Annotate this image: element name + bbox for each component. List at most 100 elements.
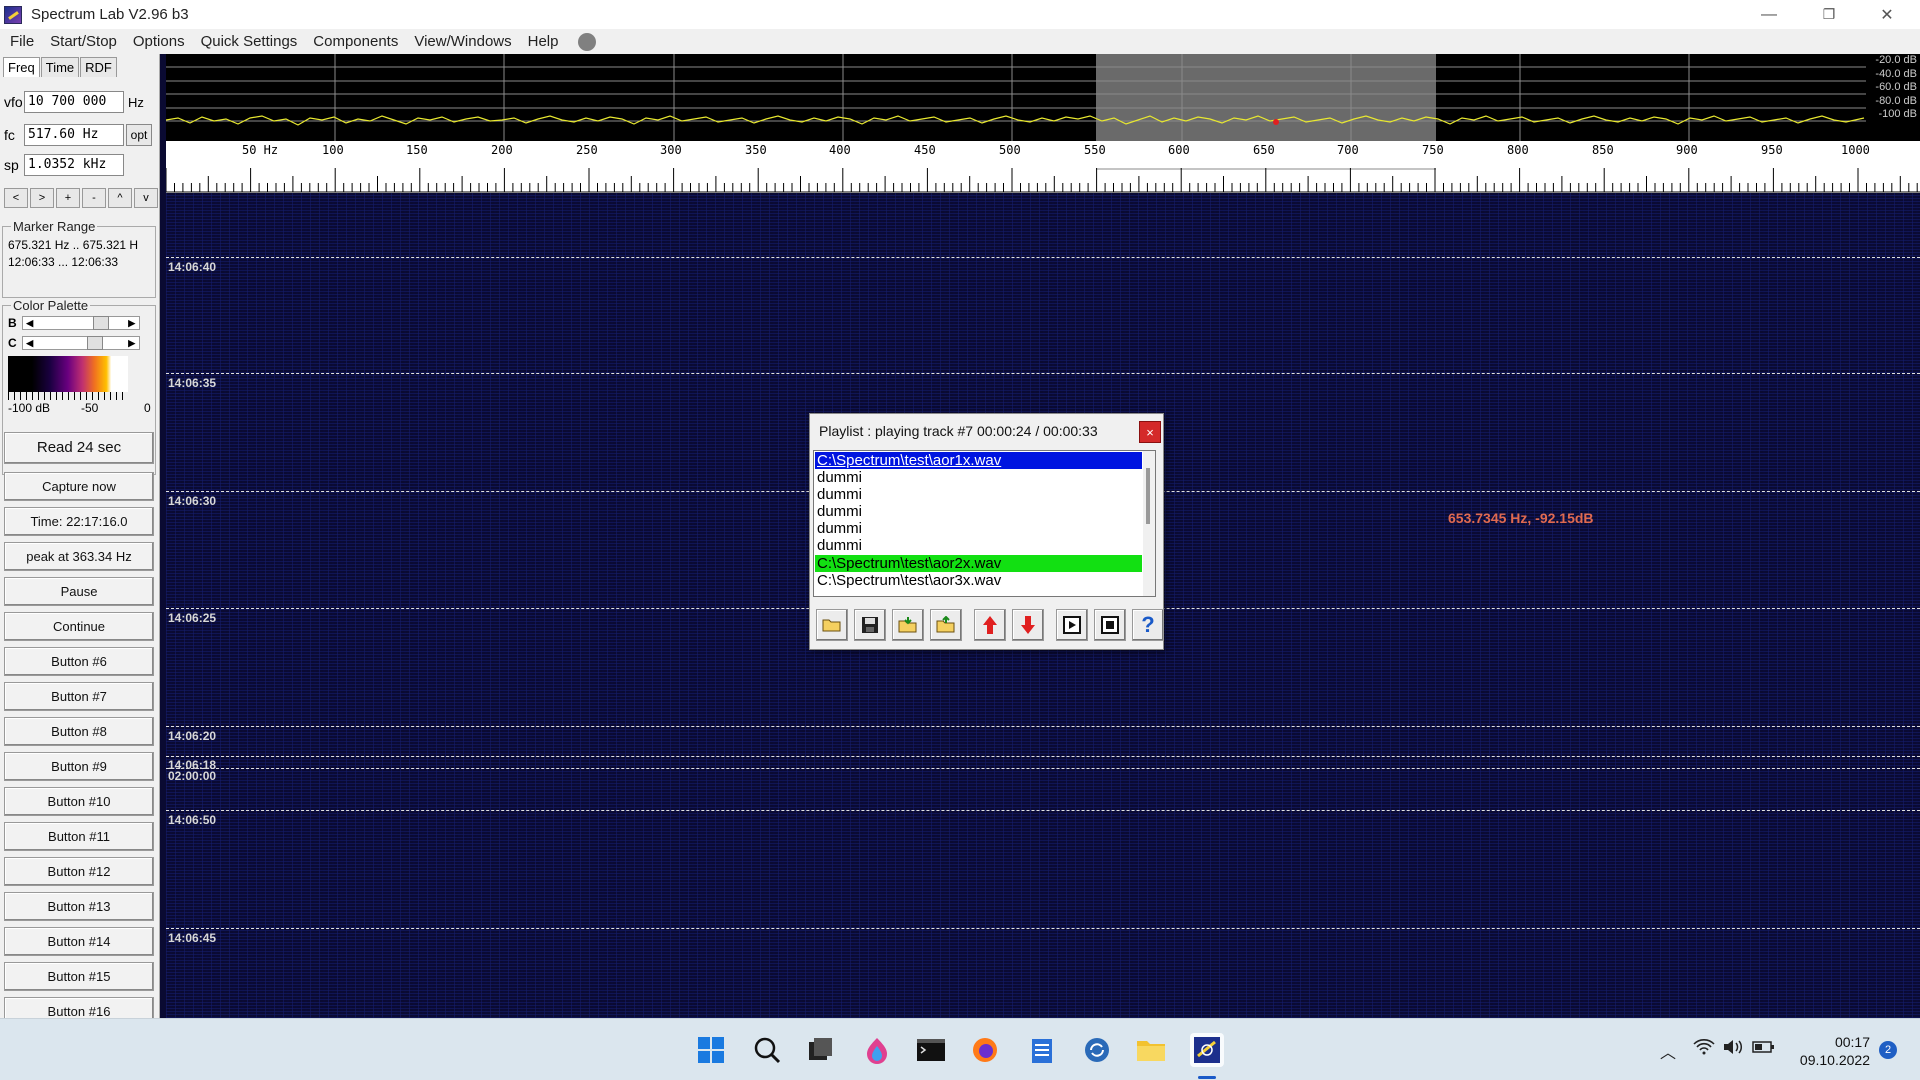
button-13[interactable]: Button #13 — [4, 892, 154, 921]
button-7[interactable]: Button #7 — [4, 682, 154, 711]
button-15[interactable]: Button #15 — [4, 962, 154, 991]
arrow-left-icon[interactable]: ◀ — [23, 337, 37, 349]
paint-icon[interactable] — [860, 1033, 894, 1067]
scroll-left-button[interactable]: < — [4, 188, 28, 208]
playlist-title: Playlist : playing track #7 00:00:24 / 0… — [819, 423, 1098, 439]
firefox-icon[interactable] — [968, 1033, 1002, 1067]
zoom-out-button[interactable]: - — [82, 188, 106, 208]
playlist-item[interactable]: dummi — [815, 469, 1142, 486]
help-icon[interactable]: ? — [1132, 609, 1164, 641]
notepad-icon[interactable] — [1025, 1033, 1059, 1067]
contrast-slider[interactable]: ◀ ▶ — [21, 336, 140, 350]
menu-help[interactable]: Help — [520, 33, 567, 50]
notification-badge[interactable]: 2 — [1879, 1041, 1897, 1059]
scrollbar-thumb[interactable] — [1146, 468, 1150, 524]
playlist-item[interactable]: dummi — [815, 520, 1142, 537]
spectrum-lab-taskbar-icon[interactable] — [1190, 1033, 1224, 1067]
battery-icon[interactable] — [1752, 1039, 1776, 1060]
continue-button[interactable]: Continue — [4, 612, 154, 641]
db-label: -40.0 dB — [1875, 67, 1917, 80]
slider-thumb[interactable] — [86, 336, 103, 350]
menu-options[interactable]: Options — [125, 33, 193, 50]
close-button[interactable]: ✕ — [1858, 0, 1916, 29]
spectrum-graph[interactable]: -20.0 dB -40.0 dB -60.0 dB -80.0 dB -100… — [166, 54, 1920, 141]
arrow-right-icon[interactable]: ▶ — [125, 337, 139, 349]
freq-label: 700 — [1337, 143, 1359, 157]
menu-start-stop[interactable]: Start/Stop — [42, 33, 125, 50]
clock-time: 00:17 — [1834, 1034, 1870, 1050]
button-9[interactable]: Button #9 — [4, 752, 154, 781]
menu-view-windows[interactable]: View/Windows — [406, 33, 519, 50]
scale-up-button[interactable]: ^ — [108, 188, 132, 208]
arrow-right-icon[interactable]: ▶ — [125, 317, 139, 329]
button-11[interactable]: Button #11 — [4, 822, 154, 851]
menu-file[interactable]: File — [0, 33, 42, 50]
load-icon[interactable] — [892, 609, 924, 641]
freq-label: 500 — [999, 143, 1021, 157]
open-folder-icon[interactable] — [816, 609, 848, 641]
playlist-item[interactable]: C:\Spectrum\test\aor3x.wav — [815, 572, 1142, 589]
pause-button[interactable]: Pause — [4, 577, 154, 606]
export-icon[interactable] — [930, 609, 962, 641]
fc-input[interactable]: 517.60 Hz — [24, 124, 124, 146]
button-6[interactable]: Button #6 — [4, 647, 154, 676]
tab-rdf[interactable]: RDF — [80, 57, 117, 77]
arrow-left-icon[interactable]: ◀ — [23, 317, 37, 329]
restore-button[interactable]: ❐ — [1800, 0, 1858, 29]
file-explorer-icon[interactable] — [1134, 1033, 1168, 1067]
time-label: 02:00:00 — [168, 769, 217, 783]
marker-range-group: Marker Range 675.321 Hz .. 675.321 H 12:… — [2, 219, 156, 298]
move-up-icon[interactable] — [974, 609, 1006, 641]
time-marker-line — [166, 726, 1920, 727]
button-10[interactable]: Button #10 — [4, 787, 154, 816]
playlist-item[interactable]: C:\Spectrum\test\aor2x.wav — [815, 555, 1142, 572]
volume-icon[interactable] — [1722, 1039, 1744, 1060]
vfo-unit: Hz — [128, 94, 144, 110]
color-palette-bar[interactable] — [8, 356, 128, 392]
stop-icon[interactable] — [1094, 609, 1126, 641]
minimize-button[interactable]: — — [1740, 0, 1798, 29]
time-button[interactable]: Time: 22:17:16.0 — [4, 507, 154, 536]
scroll-right-button[interactable]: > — [30, 188, 54, 208]
read-24-sec-button[interactable]: Read 24 sec — [4, 432, 154, 464]
zoom-in-button[interactable]: + — [56, 188, 80, 208]
playlist-item[interactable]: dummi — [815, 503, 1142, 520]
search-icon[interactable] — [750, 1033, 784, 1067]
freq-label: 900 — [1676, 143, 1698, 157]
brightness-slider[interactable]: ◀ ▶ — [21, 316, 140, 330]
menu-quick-settings[interactable]: Quick Settings — [193, 33, 306, 50]
button-8[interactable]: Button #8 — [4, 717, 154, 746]
system-clock[interactable]: 00:17 09.10.2022 — [1800, 1033, 1870, 1069]
playlist-list[interactable]: C:\Spectrum\test\aor1x.wav dummi dummi d… — [813, 450, 1156, 597]
playlist-item[interactable]: C:\Spectrum\test\aor1x.wav — [815, 452, 1142, 469]
sp-input[interactable]: 1.0352 kHz — [24, 154, 124, 176]
button-14[interactable]: Button #14 — [4, 927, 154, 956]
fc-options-button[interactable]: opt — [126, 124, 152, 146]
tab-freq[interactable]: Freq — [3, 57, 40, 77]
capture-now-button[interactable]: Capture now — [4, 472, 154, 501]
save-icon[interactable] — [854, 609, 886, 641]
sync-app-icon[interactable] — [1080, 1033, 1114, 1067]
playlist-scrollbar[interactable] — [1143, 451, 1155, 596]
playlist-item[interactable]: dummi — [815, 486, 1142, 503]
tab-time[interactable]: Time — [40, 57, 80, 77]
playlist-item[interactable]: dummi — [815, 537, 1142, 554]
move-down-icon[interactable] — [1012, 609, 1044, 641]
scale-down-button[interactable]: v — [134, 188, 158, 208]
db-label: -20.0 dB — [1875, 54, 1917, 66]
button-12[interactable]: Button #12 — [4, 857, 154, 886]
windows-start-icon[interactable] — [694, 1033, 728, 1067]
terminal-icon[interactable] — [914, 1033, 948, 1067]
palette-scale-ticks — [8, 392, 128, 400]
frequency-scale[interactable]: 50 Hz 100 150 200 250 300 350 400 450 50… — [166, 141, 1920, 193]
menu-components[interactable]: Components — [305, 33, 406, 50]
chevron-up-icon[interactable]: ︿ — [1660, 1039, 1676, 1063]
vfo-row: vfo 10 700 000 Hz — [4, 91, 144, 113]
play-track-icon[interactable] — [1056, 609, 1088, 641]
vfo-input[interactable]: 10 700 000 — [24, 91, 124, 113]
task-view-icon[interactable] — [803, 1033, 837, 1067]
playlist-close-button[interactable]: × — [1139, 421, 1161, 443]
wifi-icon[interactable] — [1693, 1039, 1715, 1060]
slider-thumb[interactable] — [92, 316, 109, 330]
peak-button[interactable]: peak at 363.34 Hz — [4, 542, 154, 571]
